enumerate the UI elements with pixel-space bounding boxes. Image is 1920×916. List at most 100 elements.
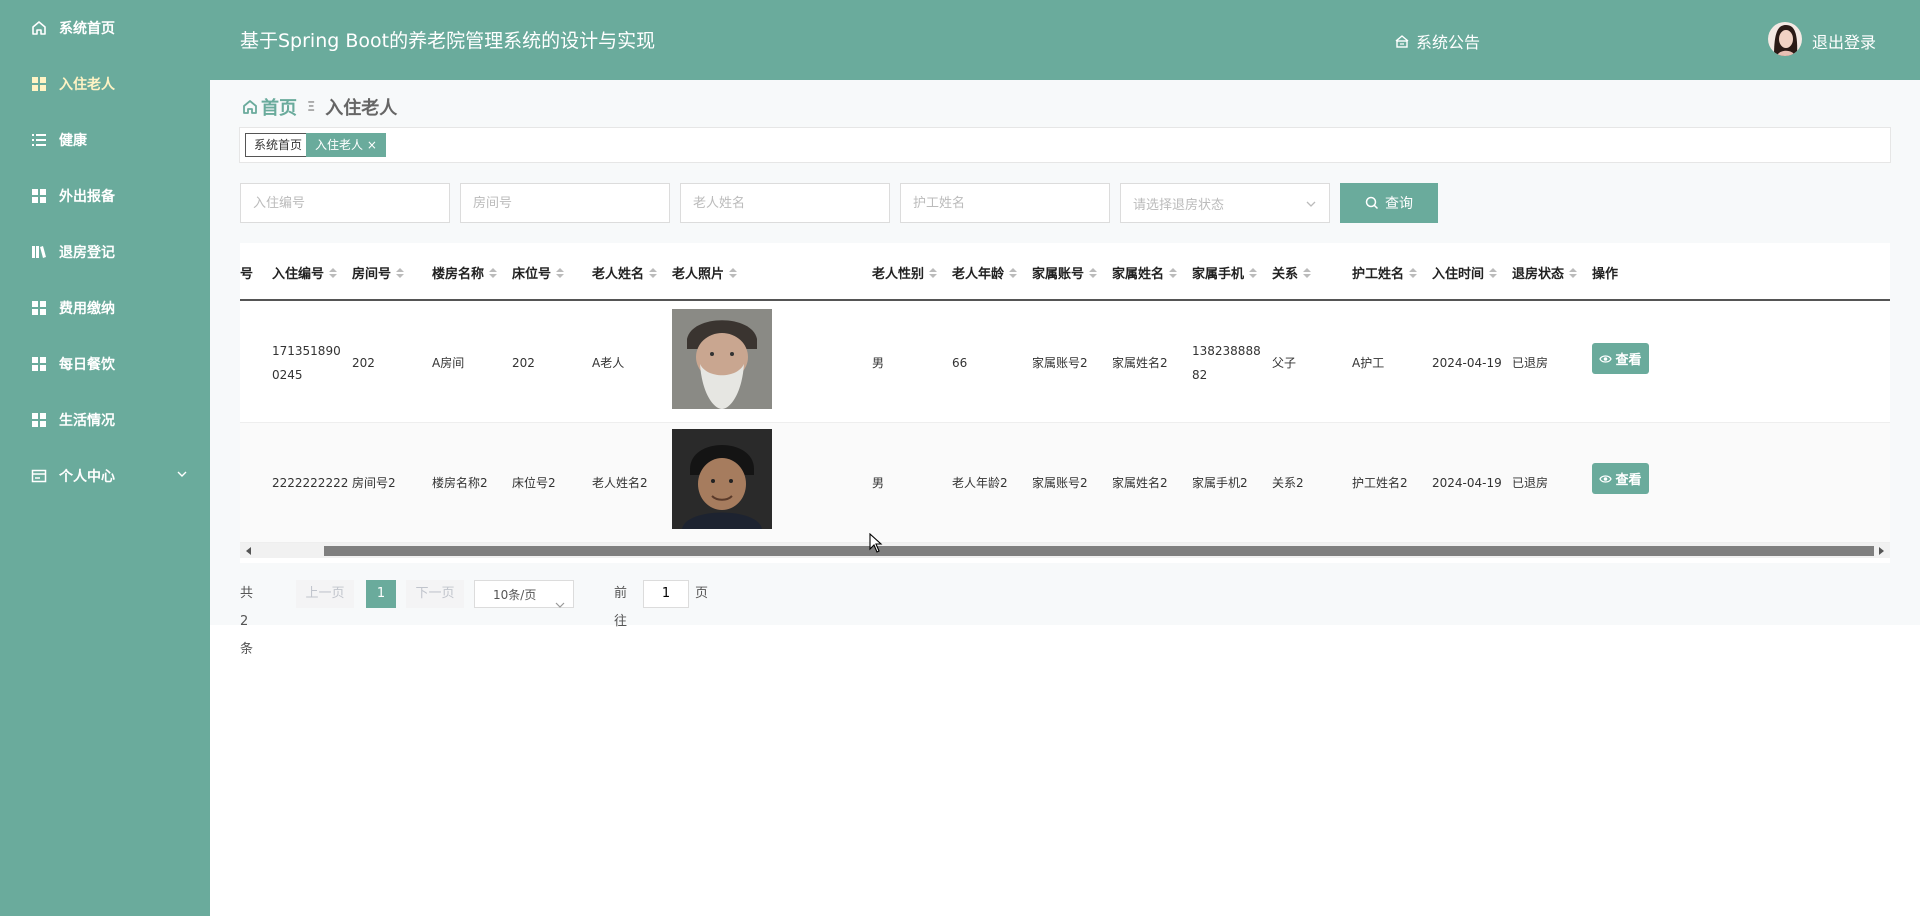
cell-caregiver: A护工 xyxy=(1352,356,1385,370)
sidebar: 系统首页 入住老人 健康 外出报备 退房登记 费用缴纳 每日餐饮 生活情况 个人… xyxy=(0,0,210,916)
header-room[interactable]: 房间号 xyxy=(352,263,405,282)
cell-checkin-id: 1713518900245 xyxy=(272,344,341,382)
sort-icon[interactable] xyxy=(396,267,405,278)
table-header: 号 入住编号 房间号 楼房名称 床位号 老人姓名 老人照片 老人性别 老人年龄 … xyxy=(240,243,1890,301)
caregiver-name-input[interactable] xyxy=(900,183,1110,223)
header-checkin-time[interactable]: 入住时间 xyxy=(1432,263,1498,282)
sidebar-item-label: 生活情况 xyxy=(59,413,115,429)
header-label: 入住编号 xyxy=(272,267,325,282)
sidebar-item-health[interactable]: 健康 xyxy=(0,112,210,168)
cell-relation: 父子 xyxy=(1272,356,1297,370)
cell-checkout-status: 已退房 xyxy=(1512,476,1549,490)
header-gender[interactable]: 老人性别 xyxy=(872,263,938,282)
top-header: 基于Spring Boot的养老院管理系统的设计与实现 系统公告 退出登录 xyxy=(210,0,1920,80)
sort-icon[interactable] xyxy=(556,267,565,278)
header-family-account[interactable]: 家属账号 xyxy=(1032,263,1098,282)
logout-button[interactable]: 退出登录 xyxy=(1812,29,1876,53)
header-checkout-status[interactable]: 退房状态 xyxy=(1512,263,1578,282)
query-button[interactable]: 查询 xyxy=(1340,183,1438,223)
sort-icon[interactable] xyxy=(1303,267,1312,278)
cell-gender: 男 xyxy=(872,356,885,370)
checkin-id-input[interactable] xyxy=(240,183,450,223)
page-number-button[interactable]: 1 xyxy=(366,580,396,608)
avatar[interactable] xyxy=(1768,22,1802,56)
home-icon xyxy=(31,20,47,36)
scroll-right-arrow-icon[interactable] xyxy=(1879,547,1884,555)
breadcrumb-home[interactable]: 首页 xyxy=(242,94,297,120)
goto-page-input[interactable] xyxy=(643,580,689,608)
main-content: 首页 Ξ 入住老人 系统首页 入住老人 × 请选择退房状态 查询 号 入住编号 … xyxy=(210,80,1920,657)
header-elder-name[interactable]: 老人姓名 xyxy=(592,263,658,282)
notice-label: 系统公告 xyxy=(1416,33,1481,52)
sort-icon[interactable] xyxy=(489,267,498,278)
system-notice-link[interactable]: 系统公告 xyxy=(1394,29,1480,53)
sort-icon[interactable] xyxy=(1009,267,1018,278)
sidebar-item-personal-center[interactable]: 个人中心 xyxy=(0,448,210,504)
sort-icon[interactable] xyxy=(1409,267,1418,278)
query-label: 查询 xyxy=(1385,196,1413,212)
view-button[interactable]: 查看 xyxy=(1592,463,1649,494)
cell-relation: 关系2 xyxy=(1272,476,1304,490)
header-bed[interactable]: 床位号 xyxy=(512,263,565,282)
header-relation[interactable]: 关系 xyxy=(1272,263,1312,282)
sidebar-item-residents[interactable]: 入住老人 xyxy=(0,56,210,112)
eye-icon xyxy=(1599,474,1613,484)
header-age[interactable]: 老人年龄 xyxy=(952,263,1018,282)
sort-icon[interactable] xyxy=(1089,267,1098,278)
sort-icon[interactable] xyxy=(1569,267,1578,278)
cell-building: A房间 xyxy=(432,356,465,370)
sort-icon[interactable] xyxy=(649,267,658,278)
sort-icon[interactable] xyxy=(729,267,738,278)
sidebar-item-life[interactable]: 生活情况 xyxy=(0,392,210,448)
cell-family-phone: 家属手机2 xyxy=(1192,476,1248,490)
sidebar-item-label: 入住老人 xyxy=(59,77,115,93)
scrollbar-thumb[interactable] xyxy=(324,546,1874,556)
sidebar-item-label: 个人中心 xyxy=(59,469,115,485)
next-page-button[interactable]: 下一页 xyxy=(406,580,464,608)
sort-icon[interactable] xyxy=(1489,267,1498,278)
header-label: 关系 xyxy=(1272,267,1299,282)
horizontal-scrollbar[interactable] xyxy=(240,543,1890,558)
header-label: 老人照片 xyxy=(672,267,725,282)
header-label: 护工姓名 xyxy=(1352,267,1405,282)
list-icon xyxy=(31,132,47,148)
tag-residents[interactable]: 入住老人 × xyxy=(306,133,386,157)
cell-age: 老人年龄2 xyxy=(952,476,1008,490)
header-elder-photo[interactable]: 老人照片 xyxy=(672,263,738,282)
tag-home[interactable]: 系统首页 xyxy=(245,133,312,157)
prev-page-button[interactable]: 上一页 xyxy=(296,580,354,608)
sort-icon[interactable] xyxy=(1249,267,1258,278)
breadcrumb-home-label: 首页 xyxy=(261,98,297,119)
header-building[interactable]: 楼房名称 xyxy=(432,263,498,282)
checkout-status-select[interactable]: 请选择退房状态 xyxy=(1120,183,1330,223)
sort-icon[interactable] xyxy=(1169,267,1178,278)
search-icon xyxy=(1365,196,1379,210)
sidebar-item-label: 系统首页 xyxy=(59,21,115,37)
room-number-input[interactable] xyxy=(460,183,670,223)
sort-icon[interactable] xyxy=(329,267,338,278)
sort-icon[interactable] xyxy=(929,267,938,278)
sidebar-item-checkout[interactable]: 退房登记 xyxy=(0,224,210,280)
header-checkin-id[interactable]: 入住编号 xyxy=(272,263,338,282)
card-icon xyxy=(31,468,47,484)
cell-room: 202 xyxy=(352,356,375,370)
elder-name-input[interactable] xyxy=(680,183,890,223)
header-family-phone[interactable]: 家属手机 xyxy=(1192,263,1258,282)
cell-elder-name: A老人 xyxy=(592,356,625,370)
header-caregiver[interactable]: 护工姓名 xyxy=(1352,263,1418,282)
app-title: 基于Spring Boot的养老院管理系统的设计与实现 xyxy=(240,30,656,52)
header-family-name[interactable]: 家属姓名 xyxy=(1112,263,1178,282)
sidebar-item-home[interactable]: 系统首页 xyxy=(0,0,210,56)
cell-checkin-id: 2222222222 xyxy=(272,476,349,490)
scroll-left-arrow-icon[interactable] xyxy=(246,547,251,555)
sidebar-item-fees[interactable]: 费用缴纳 xyxy=(0,280,210,336)
sidebar-item-outing[interactable]: 外出报备 xyxy=(0,168,210,224)
sidebar-item-meals[interactable]: 每日餐饮 xyxy=(0,336,210,392)
view-button[interactable]: 查看 xyxy=(1592,343,1649,374)
sidebar-item-label: 每日餐饮 xyxy=(59,357,115,373)
tag-label: 入住老人 xyxy=(315,138,364,152)
header-label: 老人性别 xyxy=(872,267,925,282)
close-icon[interactable]: × xyxy=(367,138,377,152)
view-label: 查看 xyxy=(1615,353,1642,368)
page-size-select[interactable]: 10条/页 xyxy=(474,580,574,608)
